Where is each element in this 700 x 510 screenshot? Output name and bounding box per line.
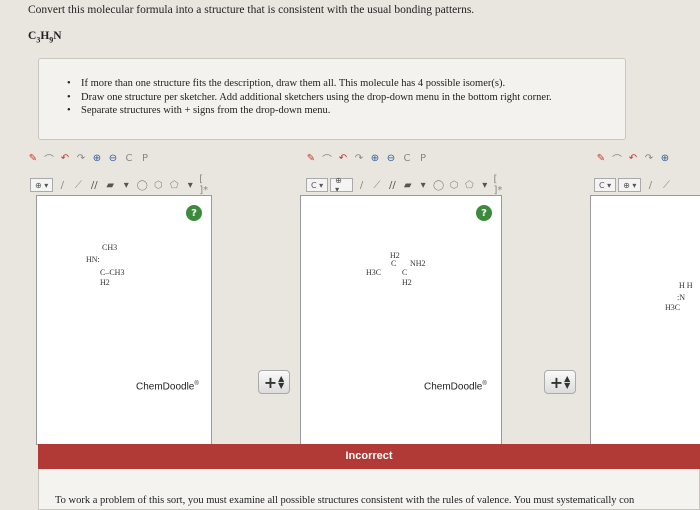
- eraser-icon[interactable]: ✎: [304, 151, 318, 165]
- redo-icon[interactable]: ↷: [74, 151, 88, 165]
- clean-icon[interactable]: C: [400, 151, 414, 165]
- ring-3-icon[interactable]: ◯: [432, 178, 445, 192]
- sketcher-toolbar-bottom: C ▾ ⊕ ▾ / ⟋ // ▰ ▾ ◯ ⬡ ⬠ ▾ [ ]*: [306, 174, 507, 196]
- atom-label: H2: [402, 278, 412, 287]
- help-button[interactable]: ?: [476, 205, 492, 221]
- atom-label: C: [391, 259, 397, 268]
- element-tool[interactable]: C ▾: [306, 178, 329, 192]
- sketcher-toolbar-bottom: ⊕ ▾ / ⟋ // ▰ ▾ ◯ ⬡ ⬠ ▾ [ ]*: [30, 174, 213, 196]
- bold-bond-icon[interactable]: ▰: [103, 178, 117, 192]
- eraser-icon[interactable]: ✎: [26, 151, 40, 165]
- feedback-message: To work a problem of this sort, you must…: [55, 495, 635, 506]
- ring-3-icon[interactable]: ◯: [135, 178, 149, 192]
- bond-dropdown-icon[interactable]: ▾: [416, 178, 429, 192]
- molecular-formula: C3H9N: [28, 30, 62, 45]
- clean-icon[interactable]: C: [122, 151, 136, 165]
- ring-dropdown-icon[interactable]: ▾: [478, 178, 491, 192]
- single-bond-icon[interactable]: /: [55, 178, 69, 192]
- feedback-status-bar: Incorrect: [38, 444, 700, 469]
- sketcher-toolbar-top: ✎ ⌒ ↶ ↷ ⊕ ⊖ C P: [304, 149, 430, 167]
- undo-icon[interactable]: ↶: [336, 151, 350, 165]
- sketcher-2: ✎ ⌒ ↶ ↷ ⊕ ⊖ C P C ▾ ⊕ ▾ / ⟋ // ▰ ▾ ◯ ⬡ ⬠…: [300, 148, 502, 445]
- feedback-status: Incorrect: [345, 450, 393, 462]
- lasso-icon[interactable]: ⌒: [610, 151, 624, 166]
- double-bond-icon[interactable]: //: [386, 178, 399, 192]
- sketcher-toolbar-top: ✎ ⌒ ↶ ↷ ⊕ ⊖ C P: [26, 149, 152, 167]
- atom-label: C–CH3: [100, 268, 125, 277]
- wedge-bond-icon[interactable]: ⟋: [659, 178, 673, 192]
- atom-label: C: [402, 268, 408, 277]
- ring-dropdown-icon[interactable]: ▾: [183, 178, 197, 192]
- wedge-bond-icon[interactable]: ⟋: [71, 178, 85, 192]
- instruction-item: Draw one structure per sketcher. Add add…: [67, 91, 625, 105]
- redo-icon[interactable]: ↷: [642, 151, 656, 165]
- instructions-panel: If more than one structure fits the desc…: [38, 58, 626, 140]
- undo-icon[interactable]: ↶: [58, 151, 72, 165]
- sketcher-canvas[interactable]: [300, 195, 502, 445]
- zoom-in-icon[interactable]: ⊕: [90, 151, 104, 165]
- bond-dropdown-icon[interactable]: ▾: [119, 178, 133, 192]
- zoom-out-icon[interactable]: ⊖: [384, 151, 398, 165]
- atom-label: NH2: [410, 259, 426, 268]
- instruction-item: If more than one structure fits the desc…: [67, 77, 625, 91]
- atom-label: HN:: [86, 255, 100, 264]
- chemdoodle-brand: ChemDoodle®: [424, 381, 487, 393]
- ring-6-icon[interactable]: ⬡: [447, 178, 460, 192]
- single-bond-icon[interactable]: /: [643, 178, 657, 192]
- atom-label: H3C: [665, 303, 681, 312]
- ring-5-icon[interactable]: ⬠: [463, 178, 476, 192]
- ring-5-icon[interactable]: ⬠: [167, 178, 181, 192]
- bracket-icon[interactable]: [ ]*: [494, 174, 507, 196]
- sketcher-canvas[interactable]: [590, 195, 700, 445]
- charge-tool[interactable]: ⊕ ▾: [30, 178, 54, 192]
- single-bond-icon[interactable]: /: [355, 178, 368, 192]
- help-button[interactable]: ?: [186, 205, 202, 221]
- double-bond-icon[interactable]: //: [87, 178, 101, 192]
- template-icon[interactable]: P: [416, 151, 430, 165]
- atom-label: :N: [677, 293, 685, 302]
- zoom-out-icon[interactable]: ⊖: [106, 151, 120, 165]
- template-icon[interactable]: P: [138, 151, 152, 165]
- redo-icon[interactable]: ↷: [352, 151, 366, 165]
- atom-label: H H: [679, 281, 693, 290]
- sketcher-1: ✎ ⌒ ↶ ↷ ⊕ ⊖ C P ⊕ ▾ / ⟋ // ▰ ▾ ◯ ⬡ ⬠ ▾ […: [29, 148, 214, 445]
- bracket-icon[interactable]: [ ]*: [199, 174, 213, 196]
- charge-tool[interactable]: ⊕ ▾: [618, 178, 642, 192]
- sketcher-toolbar-bottom: C ▾ ⊕ ▾ / ⟋: [594, 176, 673, 194]
- wedge-bond-icon[interactable]: ⟋: [370, 178, 383, 192]
- add-plus-button[interactable]: + ▲ ▼: [544, 370, 576, 394]
- add-plus-button[interactable]: + ▲ ▼: [258, 370, 290, 394]
- instruction-item: Separate structures with + signs from th…: [67, 104, 625, 118]
- ring-6-icon[interactable]: ⬡: [151, 178, 165, 192]
- atom-label: CH3: [102, 243, 118, 252]
- sketcher-toolbar-top: ✎ ⌒ ↶ ↷ ⊕: [594, 149, 672, 167]
- sketcher-canvas[interactable]: [36, 195, 212, 445]
- lasso-icon[interactable]: ⌒: [42, 151, 56, 166]
- zoom-in-icon[interactable]: ⊕: [658, 151, 672, 165]
- bold-bond-icon[interactable]: ▰: [401, 178, 414, 192]
- sketcher-3: ✎ ⌒ ↶ ↷ ⊕ C ▾ ⊕ ▾ / ⟋ H H :N H3C: [590, 148, 700, 445]
- question-title: Convert this molecular formula into a st…: [28, 4, 475, 16]
- atom-label: H2: [100, 278, 110, 287]
- lasso-icon[interactable]: ⌒: [320, 151, 334, 166]
- charge-tool[interactable]: ⊕ ▾: [330, 176, 353, 194]
- zoom-in-icon[interactable]: ⊕: [368, 151, 382, 165]
- chemdoodle-brand: ChemDoodle®: [136, 381, 199, 393]
- atom-label: H3C: [366, 268, 382, 277]
- element-tool[interactable]: C ▾: [594, 178, 617, 192]
- eraser-icon[interactable]: ✎: [594, 151, 608, 165]
- undo-icon[interactable]: ↶: [626, 151, 640, 165]
